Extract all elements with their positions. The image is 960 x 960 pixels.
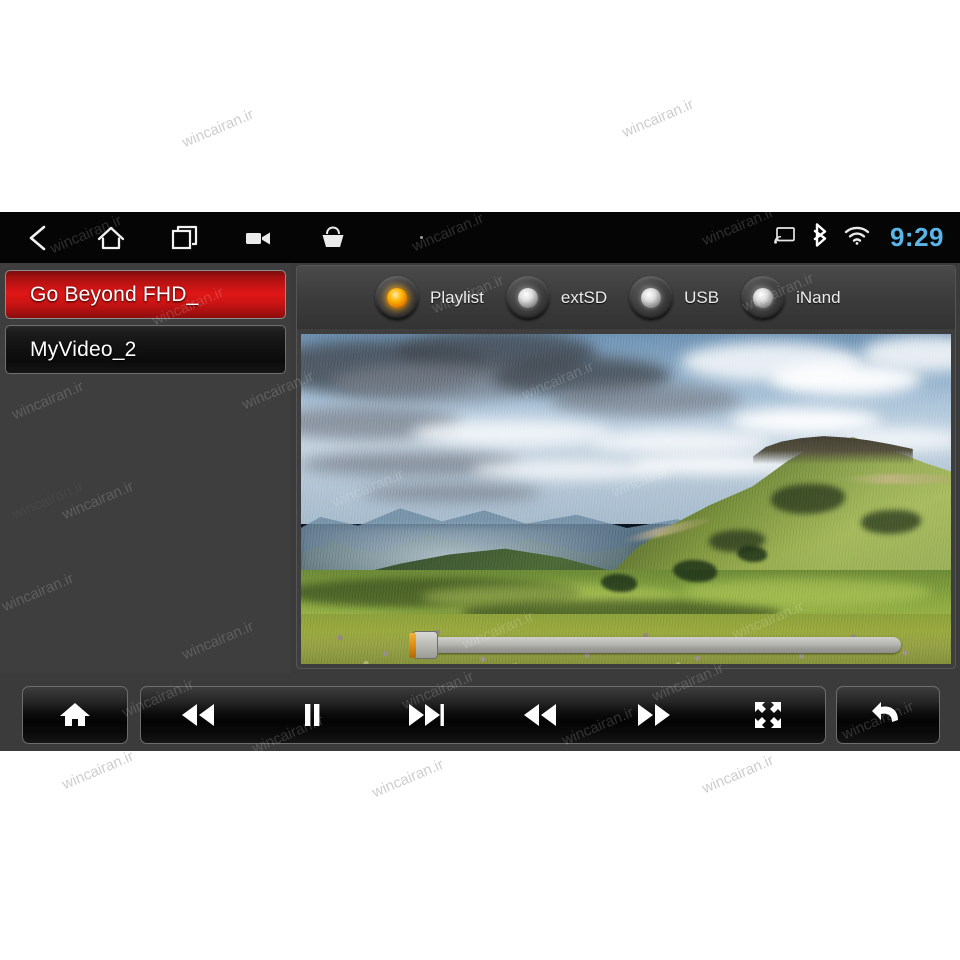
home-button-panel[interactable] (22, 686, 128, 744)
rewind-icon (520, 702, 560, 728)
home-button[interactable] (23, 687, 127, 743)
source-option-usb[interactable]: USB (629, 275, 720, 320)
radio-indicator-icon (375, 275, 419, 320)
watermark: wincairan.ir (59, 747, 137, 794)
status-clock: 9:29 (889, 222, 944, 252)
bluetooth-icon[interactable] (810, 223, 830, 252)
player-control-bar (0, 673, 960, 751)
wifi-icon[interactable] (844, 225, 870, 250)
source-label: USB (684, 287, 720, 307)
nav-recent-apps-button[interactable] (148, 212, 222, 263)
playlist-sidebar: Go Beyond FHD_ MyVideo_2 (0, 263, 291, 673)
transport-controls-panel (140, 686, 826, 744)
source-selector: Playlist extSD USB iNand (297, 266, 955, 329)
next-track-icon (406, 702, 446, 728)
watermark: wincairan.ir (179, 105, 257, 152)
radio-indicator-icon (741, 275, 786, 320)
fullscreen-button[interactable] (711, 687, 825, 743)
fast-forward-icon (634, 702, 674, 728)
player-panel: Playlist extSD USB iNand (296, 265, 956, 669)
back-button[interactable] (837, 687, 939, 743)
previous-track-button[interactable] (141, 687, 255, 743)
source-label: extSD (560, 287, 608, 307)
fast-forward-button[interactable] (597, 687, 711, 743)
source-label: iNand (796, 287, 841, 307)
nav-apps-basket-button[interactable] (296, 212, 370, 263)
nav-back-button[interactable] (0, 212, 74, 263)
nav-camera-button[interactable] (222, 212, 296, 263)
previous-track-icon (178, 702, 218, 728)
pause-icon (301, 702, 323, 728)
home-icon (96, 224, 126, 252)
next-track-button[interactable] (369, 687, 483, 743)
return-arrow-icon (871, 700, 905, 730)
source-option-extsd[interactable]: extSD (505, 275, 608, 320)
fullscreen-expand-icon (753, 700, 783, 730)
radio-indicator-icon (629, 275, 674, 320)
video-progress-handle[interactable] (409, 631, 438, 659)
watermark: wincairan.ir (619, 95, 697, 142)
cast-screen-icon[interactable] (774, 226, 796, 249)
navigation-buttons (0, 212, 458, 263)
chevron-left-icon (24, 223, 50, 253)
video-surface[interactable] (301, 334, 951, 664)
watermark: wincairan.ir (699, 751, 777, 798)
source-option-playlist[interactable]: Playlist (375, 275, 484, 320)
status-bar: 9:29 (0, 212, 960, 263)
radio-indicator-icon (505, 275, 550, 320)
video-progress-bar[interactable] (414, 637, 901, 653)
recent-apps-icon (171, 224, 199, 252)
playlist-item-label: MyVideo_2 (30, 337, 137, 361)
more-dots-icon (419, 236, 423, 239)
car-head-unit-screen: 9:29 Go Beyond FHD_ MyVideo_2 Playlist e… (0, 212, 960, 751)
back-button-panel[interactable] (836, 686, 940, 744)
main-content: Go Beyond FHD_ MyVideo_2 Playlist extSD … (0, 263, 960, 673)
watermark: wincairan.ir (369, 755, 447, 802)
nav-more-options-button[interactable] (384, 212, 458, 263)
source-label: Playlist (430, 287, 484, 307)
playlist-item-selected[interactable]: Go Beyond FHD_ (5, 270, 286, 319)
playlist-item[interactable]: MyVideo_2 (5, 325, 286, 374)
video-camera-icon (245, 228, 273, 248)
pause-button[interactable] (255, 687, 369, 743)
playlist-item-label: Go Beyond FHD_ (30, 282, 199, 306)
status-indicators: 9:29 (774, 212, 944, 263)
video-frame-image (301, 334, 951, 664)
rewind-button[interactable] (483, 687, 597, 743)
shopping-basket-icon (320, 225, 346, 250)
source-option-inand[interactable]: iNand (741, 275, 841, 320)
home-icon (59, 700, 91, 730)
nav-home-button[interactable] (74, 212, 148, 263)
